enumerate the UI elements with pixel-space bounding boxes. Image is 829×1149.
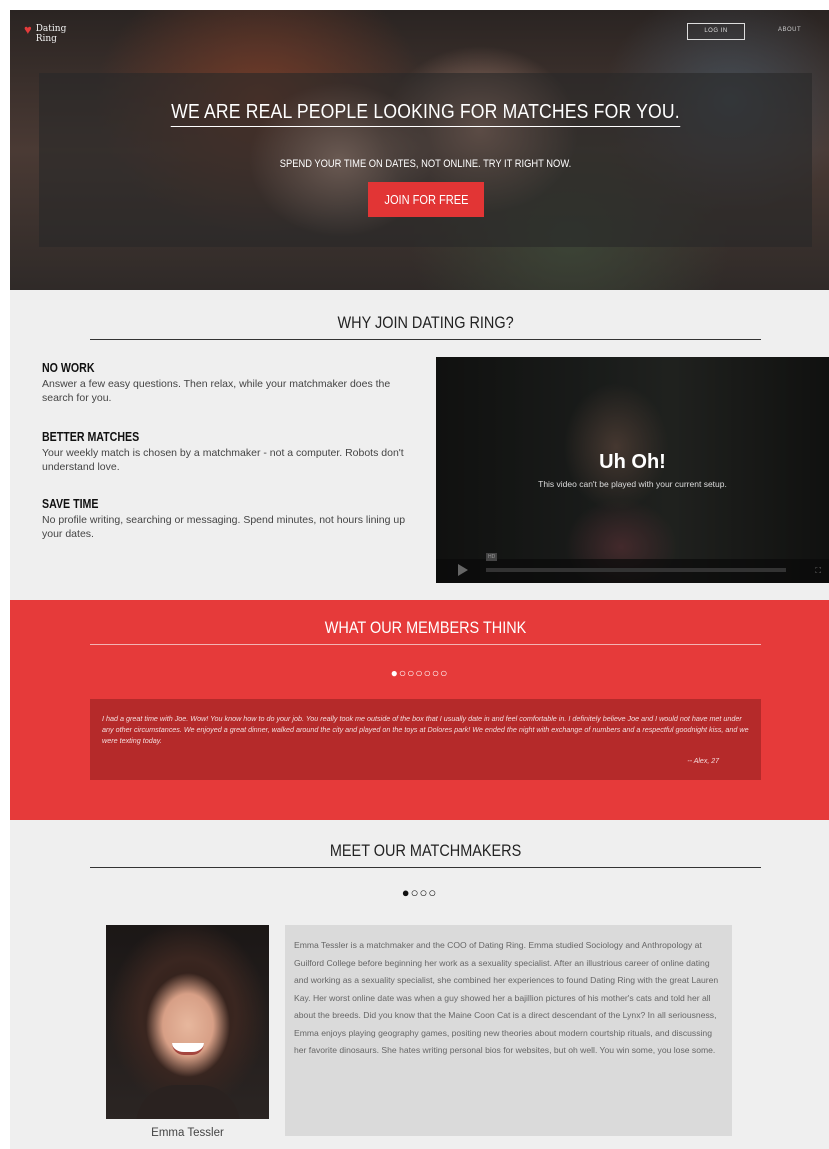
matchmakers-title-text: MEET OUR MATCHMAKERS [329, 841, 522, 860]
why-section-title: WHY JOIN DATING RING? [90, 313, 761, 340]
hero-subtitle: SPEND YOUR TIME ON DATES, NOT ONLINE. TR… [279, 158, 572, 170]
video-controls: HD ⛶ [436, 553, 829, 583]
page: ♥ Dating Ring LOG IN ABOUT WE ARE REAL P… [10, 10, 829, 1149]
testimonial-box: I had a great time with Joe. Wow! You kn… [90, 699, 761, 780]
feature-no-work: NO WORK Answer a few easy questions. The… [42, 361, 412, 405]
feature-heading: BETTER MATCHES [42, 430, 140, 444]
feature-text: Answer a few easy questions. Then relax,… [42, 378, 391, 404]
fullscreen-icon[interactable]: ⛶ [815, 566, 821, 576]
feature-heading: NO WORK [42, 361, 95, 375]
hero-overlay-box: WE ARE REAL PEOPLE LOOKING FOR MATCHES F… [39, 73, 812, 247]
photo-smile [172, 1043, 204, 1055]
members-section: WHAT OUR MEMBERS THINK ●○○○○○○ I had a g… [10, 600, 829, 820]
members-title-text: WHAT OUR MEMBERS THINK [324, 618, 527, 637]
play-icon[interactable] [458, 564, 468, 576]
video-progress-bar[interactable] [486, 568, 786, 572]
login-button[interactable]: LOG IN [687, 23, 745, 40]
hero-section: ♥ Dating Ring LOG IN ABOUT WE ARE REAL P… [10, 10, 829, 290]
matchmakers-section-title: MEET OUR MATCHMAKERS [90, 841, 761, 868]
feature-better-matches: BETTER MATCHES Your weekly match is chos… [42, 430, 412, 474]
photo-shirt [136, 1085, 240, 1119]
feature-heading: SAVE TIME [42, 497, 99, 511]
members-section-title: WHAT OUR MEMBERS THINK [90, 618, 761, 645]
matchmaker-bio: Emma Tessler is a matchmaker and the COO… [285, 925, 732, 1136]
hd-badge[interactable]: HD [486, 553, 498, 561]
join-for-free-button[interactable]: JOIN FOR FREE [368, 182, 484, 217]
matchmaker-name: Emma Tessler [151, 1127, 224, 1139]
video-error-text: This video can't be played with your cur… [538, 479, 727, 489]
testimonial-author: -- Alex, 27 [687, 758, 719, 765]
feature-save-time: SAVE TIME No profile writing, searching … [42, 497, 412, 541]
logo-text: Dating Ring [35, 24, 67, 44]
testimonial-carousel-dots[interactable]: ●○○○○○○ [10, 666, 829, 680]
hero-title-text: WE ARE REAL PEOPLE LOOKING FOR MATCHES F… [171, 101, 680, 127]
matchmaker-photo [106, 925, 269, 1119]
video-player[interactable]: Uh Oh! This video can't be played with y… [436, 357, 829, 583]
logo[interactable]: ♥ Dating Ring [24, 22, 76, 44]
testimonial-quote: I had a great time with Joe. Wow! You kn… [102, 714, 749, 745]
about-link[interactable]: ABOUT [778, 27, 801, 33]
matchmaker-carousel-dots[interactable]: ●○○○ [10, 885, 829, 900]
feature-text: No profile writing, searching or messagi… [42, 514, 406, 540]
join-button-label: JOIN FOR FREE [383, 192, 469, 207]
why-title-text: WHY JOIN DATING RING? [337, 313, 514, 332]
feature-text: Your weekly match is chosen by a matchma… [42, 447, 404, 473]
hero-title: WE ARE REAL PEOPLE LOOKING FOR MATCHES F… [85, 101, 765, 127]
video-error-title: Uh Oh! [599, 451, 666, 473]
heart-icon: ♥ [24, 22, 32, 37]
